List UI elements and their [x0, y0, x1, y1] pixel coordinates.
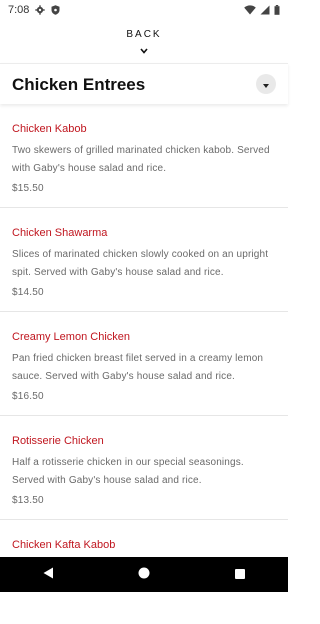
back-button[interactable]: BACK [0, 20, 288, 62]
menu-item-price: $14.50 [12, 287, 44, 298]
caret-down-icon [263, 75, 269, 93]
square-recents-icon [235, 566, 245, 584]
nav-back-button[interactable] [28, 557, 68, 592]
menu-item-price: $13.50 [12, 495, 44, 506]
menu-item-name: Chicken Shawarma [12, 227, 108, 239]
menu-item-price: $15.50 [12, 183, 44, 194]
section-title: Chicken Entrees [12, 75, 146, 94]
menu-item-description: Pan fried chicken breast filet served in… [12, 353, 264, 382]
status-right [244, 5, 280, 15]
status-left: 7:08 [8, 4, 60, 16]
menu-item[interactable]: Rotisserie Chicken Half a rotisserie chi… [0, 416, 288, 520]
menu-item-name: Chicken Kafta Kabob [12, 539, 116, 551]
circle-home-icon [138, 566, 150, 584]
signal-icon [260, 5, 270, 15]
menu-item-name: Chicken Kabob [12, 123, 87, 135]
section-collapse-toggle[interactable] [256, 74, 276, 94]
gear-icon [35, 5, 46, 15]
menu-item[interactable]: Creamy Lemon Chicken Pan fried chicken b… [0, 312, 288, 416]
status-bar: 7:08 [0, 0, 288, 20]
menu-item-description: Two skewers of grilled marinated chicken… [12, 145, 270, 174]
menu-item-name: Creamy Lemon Chicken [12, 331, 130, 343]
menu-item-description: Half a rotisserie chicken in our special… [12, 457, 244, 486]
system-nav-bar [0, 557, 288, 592]
chevron-down-icon [140, 41, 148, 59]
menu-item-price: $16.50 [12, 391, 44, 402]
menu-item[interactable]: Chicken Kabob Two skewers of grilled mar… [0, 104, 288, 208]
menu-item-name: Rotisserie Chicken [12, 435, 104, 447]
menu-item[interactable]: Chicken Shawarma Slices of marinated chi… [0, 208, 288, 312]
back-label: BACK [126, 29, 162, 40]
shield-icon [51, 5, 60, 15]
nav-recents-button[interactable] [220, 557, 260, 592]
section-header[interactable]: Chicken Entrees [0, 63, 288, 104]
triangle-back-icon [43, 566, 54, 584]
nav-home-button[interactable] [124, 557, 164, 592]
wifi-icon [244, 5, 256, 15]
menu-item-list: Chicken Kabob Two skewers of grilled mar… [0, 104, 288, 624]
battery-icon [274, 5, 280, 15]
menu-item-description: Slices of marinated chicken slowly cooke… [12, 249, 269, 278]
status-time: 7:08 [8, 4, 30, 16]
